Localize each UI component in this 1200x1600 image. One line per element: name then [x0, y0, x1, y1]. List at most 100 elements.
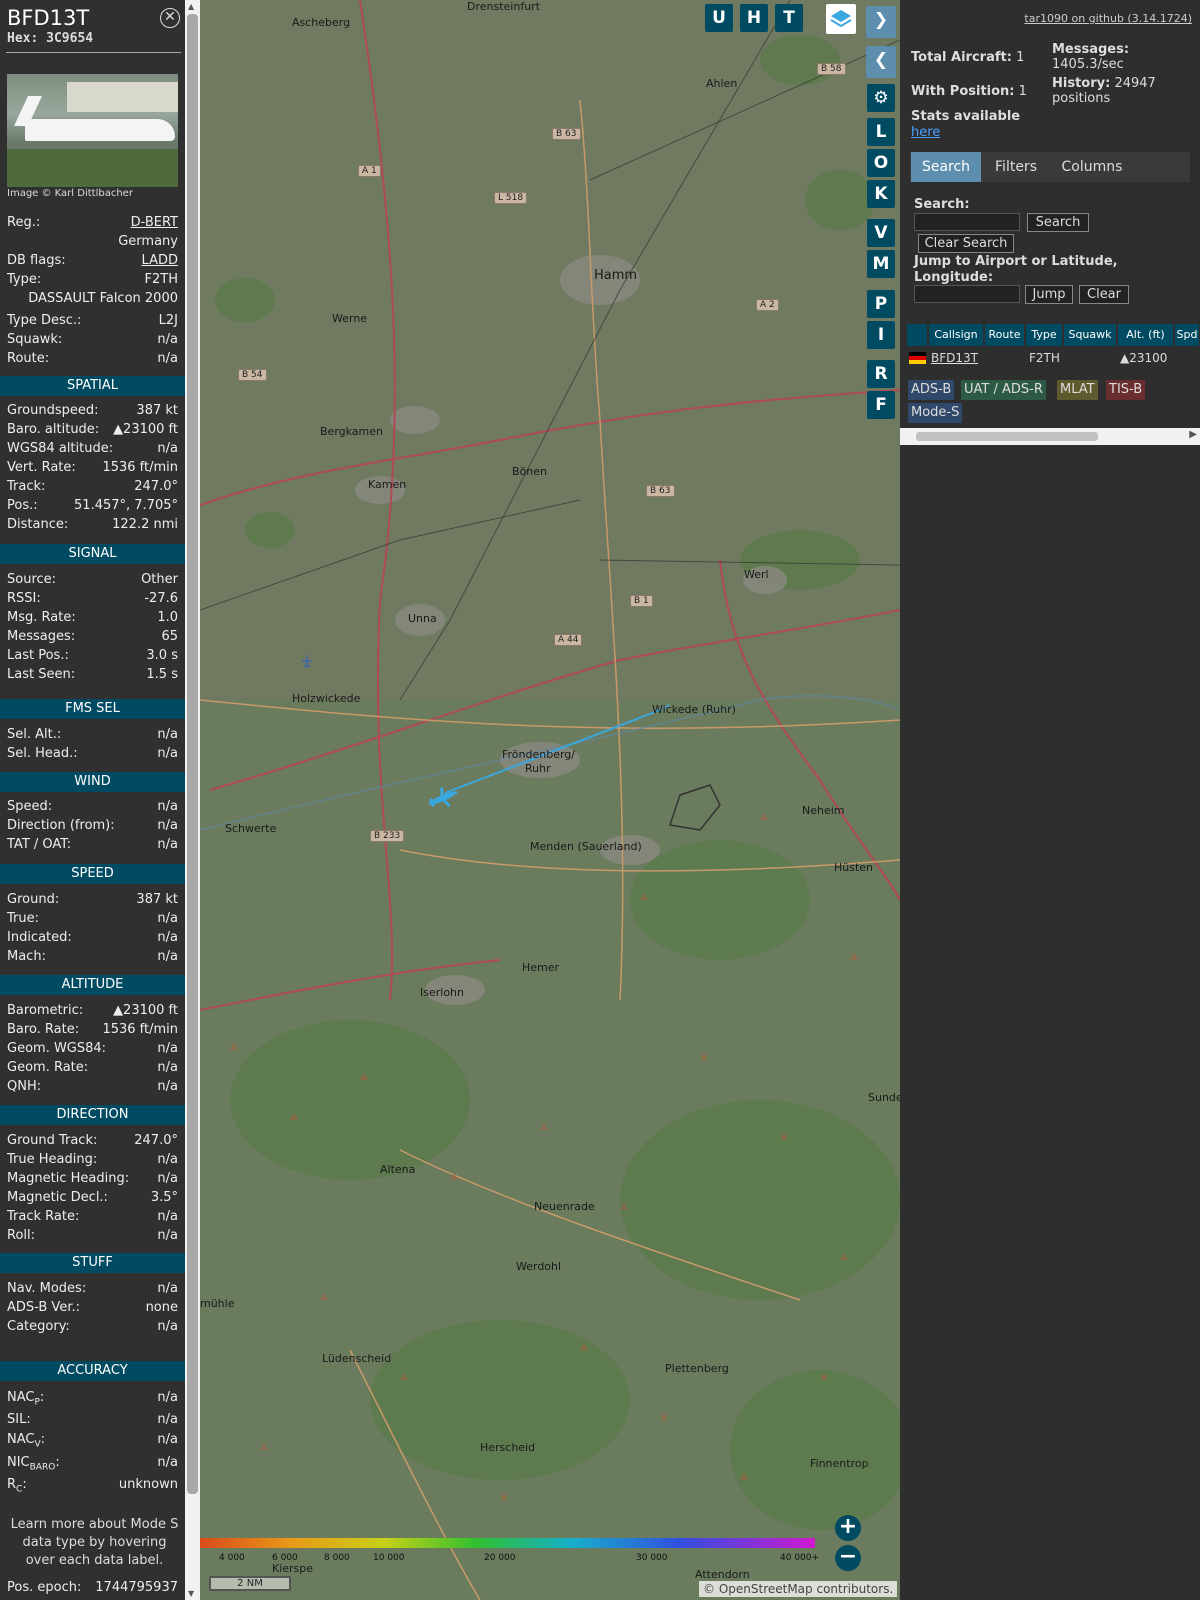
map-button-o[interactable]: O [867, 149, 895, 177]
altitude-value: ▲23100 ft [113, 1003, 178, 1018]
github-link[interactable]: tar1090 on github (3.14.1724) [1024, 12, 1192, 25]
close-icon[interactable]: ✕ [160, 8, 180, 28]
spatial-label[interactable]: WGS84 altitude: [7, 441, 113, 456]
signal-label[interactable]: Source: [7, 572, 56, 587]
row-callsign[interactable]: BFD13T [931, 350, 978, 366]
reg-link[interactable]: D-BERT [131, 215, 178, 230]
column-header-speed[interactable]: Spd [1175, 324, 1200, 346]
map-button-p[interactable]: P [867, 290, 895, 318]
altitude-label[interactable]: Geom. Rate: [7, 1060, 88, 1075]
stuff-label[interactable]: Category: [7, 1319, 70, 1334]
direction-label[interactable]: True Heading: [7, 1152, 97, 1167]
wind-label[interactable]: Direction (from): [7, 818, 115, 833]
map-button-m[interactable]: M [867, 250, 895, 278]
altitude-label[interactable]: Barometric: [7, 1003, 83, 1018]
aircraft-photo[interactable] [7, 74, 178, 187]
map-attribution[interactable]: © OpenStreetMap contributors. [699, 1581, 898, 1597]
altitude-label[interactable]: QNH: [7, 1079, 41, 1094]
aircraft-marker-icon[interactable] [426, 784, 460, 812]
clear-search-button[interactable]: Clear Search [918, 234, 1014, 253]
map-view[interactable]: Ascheberg Drensteinfurt Ahlen Hamm Werne… [200, 0, 900, 1600]
zoom-in-button[interactable]: + [835, 1515, 861, 1541]
legend-adsb: ADS-B [908, 380, 955, 400]
table-horizontal-scrollbar[interactable]: ▶ [900, 428, 1200, 445]
speed-row: True: n/a [7, 911, 178, 929]
search-input[interactable] [914, 213, 1020, 231]
map-button-i[interactable]: I [867, 321, 895, 349]
altitude-label[interactable]: Baro. Rate: [7, 1022, 79, 1037]
nacp-row: NACP: n/a [7, 1390, 178, 1408]
zoom-out-button[interactable]: − [835, 1545, 861, 1571]
spatial-label[interactable]: Groundspeed: [7, 403, 98, 418]
spatial-row: Distance: 122.2 nmi [7, 517, 178, 535]
map-button-k[interactable]: K [867, 180, 895, 208]
direction-label[interactable]: Track Rate: [7, 1209, 79, 1224]
signal-label[interactable]: RSSI: [7, 591, 41, 606]
stuff-label[interactable]: Nav. Modes: [7, 1281, 86, 1296]
tab-filters[interactable]: Filters [984, 152, 1048, 182]
direction-label[interactable]: Ground Track: [7, 1133, 97, 1148]
column-header-squawk[interactable]: Squawk [1064, 324, 1117, 346]
nacv-label[interactable]: NACV: [7, 1432, 45, 1450]
direction-label[interactable]: Magnetic Heading: [7, 1171, 129, 1186]
dbflags-link[interactable]: LADD [142, 253, 178, 268]
speed-row: Indicated: n/a [7, 930, 178, 948]
column-header-altitude[interactable]: Alt. (ft) [1118, 324, 1174, 346]
spatial-label[interactable]: Vert. Rate: [7, 460, 76, 475]
spatial-label[interactable]: Distance: [7, 517, 68, 532]
chevron-left-icon[interactable]: ❮ [866, 46, 896, 78]
chevron-right-icon[interactable]: ❯ [866, 6, 896, 38]
map-button-v[interactable]: V [867, 219, 895, 247]
map-button-u[interactable]: U [705, 4, 733, 32]
map-button-f[interactable]: F [867, 391, 895, 419]
search-button[interactable]: Search [1027, 213, 1089, 232]
speed-label[interactable]: Ground: [7, 892, 59, 907]
column-header-type[interactable]: Type [1026, 324, 1063, 346]
sil-label[interactable]: SIL: [7, 1412, 31, 1427]
column-header-flag[interactable] [907, 324, 928, 346]
signal-label[interactable]: Messages: [7, 629, 75, 644]
direction-label[interactable]: Magnetic Decl.: [7, 1190, 108, 1205]
spatial-label[interactable]: Pos.: [7, 498, 38, 513]
spatial-value: 387 kt [136, 403, 178, 418]
map-button-l[interactable]: L [867, 118, 895, 146]
spatial-label[interactable]: Baro. altitude: [7, 422, 99, 437]
rc-label[interactable]: RC: [7, 1477, 27, 1495]
altitude-row: Barometric: ▲23100 ft [7, 1003, 178, 1021]
settings-gear-icon[interactable]: ⚙ [867, 84, 895, 112]
map-button-r[interactable]: R [867, 360, 895, 388]
column-header-callsign[interactable]: Callsign [929, 324, 984, 346]
stats-link[interactable]: here [911, 125, 940, 140]
wind-label[interactable]: TAT / OAT: [7, 837, 71, 852]
clear-button[interactable]: Clear [1079, 285, 1129, 304]
spatial-label[interactable]: Track: [7, 479, 45, 494]
speed-label[interactable]: Mach: [7, 949, 46, 964]
stuff-value: n/a [157, 1319, 178, 1334]
signal-label[interactable]: Last Seen: [7, 667, 75, 682]
signal-label[interactable]: Last Pos.: [7, 648, 69, 663]
fms-label[interactable]: Sel. Alt.: [7, 727, 61, 742]
nacp-label[interactable]: NACP: [7, 1390, 44, 1408]
nic-label[interactable]: NICBARO: [7, 1455, 60, 1473]
legend-modes: Mode-S [908, 403, 963, 423]
speed-label[interactable]: Indicated: [7, 930, 72, 945]
signal-label[interactable]: Msg. Rate: [7, 610, 76, 625]
direction-label[interactable]: Roll: [7, 1228, 35, 1243]
fms-label[interactable]: Sel. Head.: [7, 746, 78, 761]
jump-button[interactable]: Jump [1025, 285, 1073, 304]
map-scale-bar: 2 NM [209, 1576, 291, 1591]
tab-search[interactable]: Search [911, 152, 981, 182]
sidebar-scrollbar[interactable]: ▲ ▼ [185, 0, 200, 1600]
layers-icon[interactable] [826, 4, 856, 34]
map-button-h[interactable]: H [740, 4, 768, 32]
squawk-value: n/a [157, 332, 178, 347]
wind-label[interactable]: Speed: [7, 799, 52, 814]
tab-columns[interactable]: Columns [1051, 152, 1133, 182]
map-button-t[interactable]: T [775, 4, 803, 32]
altitude-legend-label: 30 000 [636, 1553, 668, 1563]
jump-input[interactable] [914, 285, 1020, 303]
column-header-route[interactable]: Route [985, 324, 1025, 346]
altitude-label[interactable]: Geom. WGS84: [7, 1041, 106, 1056]
stuff-label[interactable]: ADS-B Ver.: [7, 1300, 80, 1315]
speed-label[interactable]: True: [7, 911, 39, 926]
